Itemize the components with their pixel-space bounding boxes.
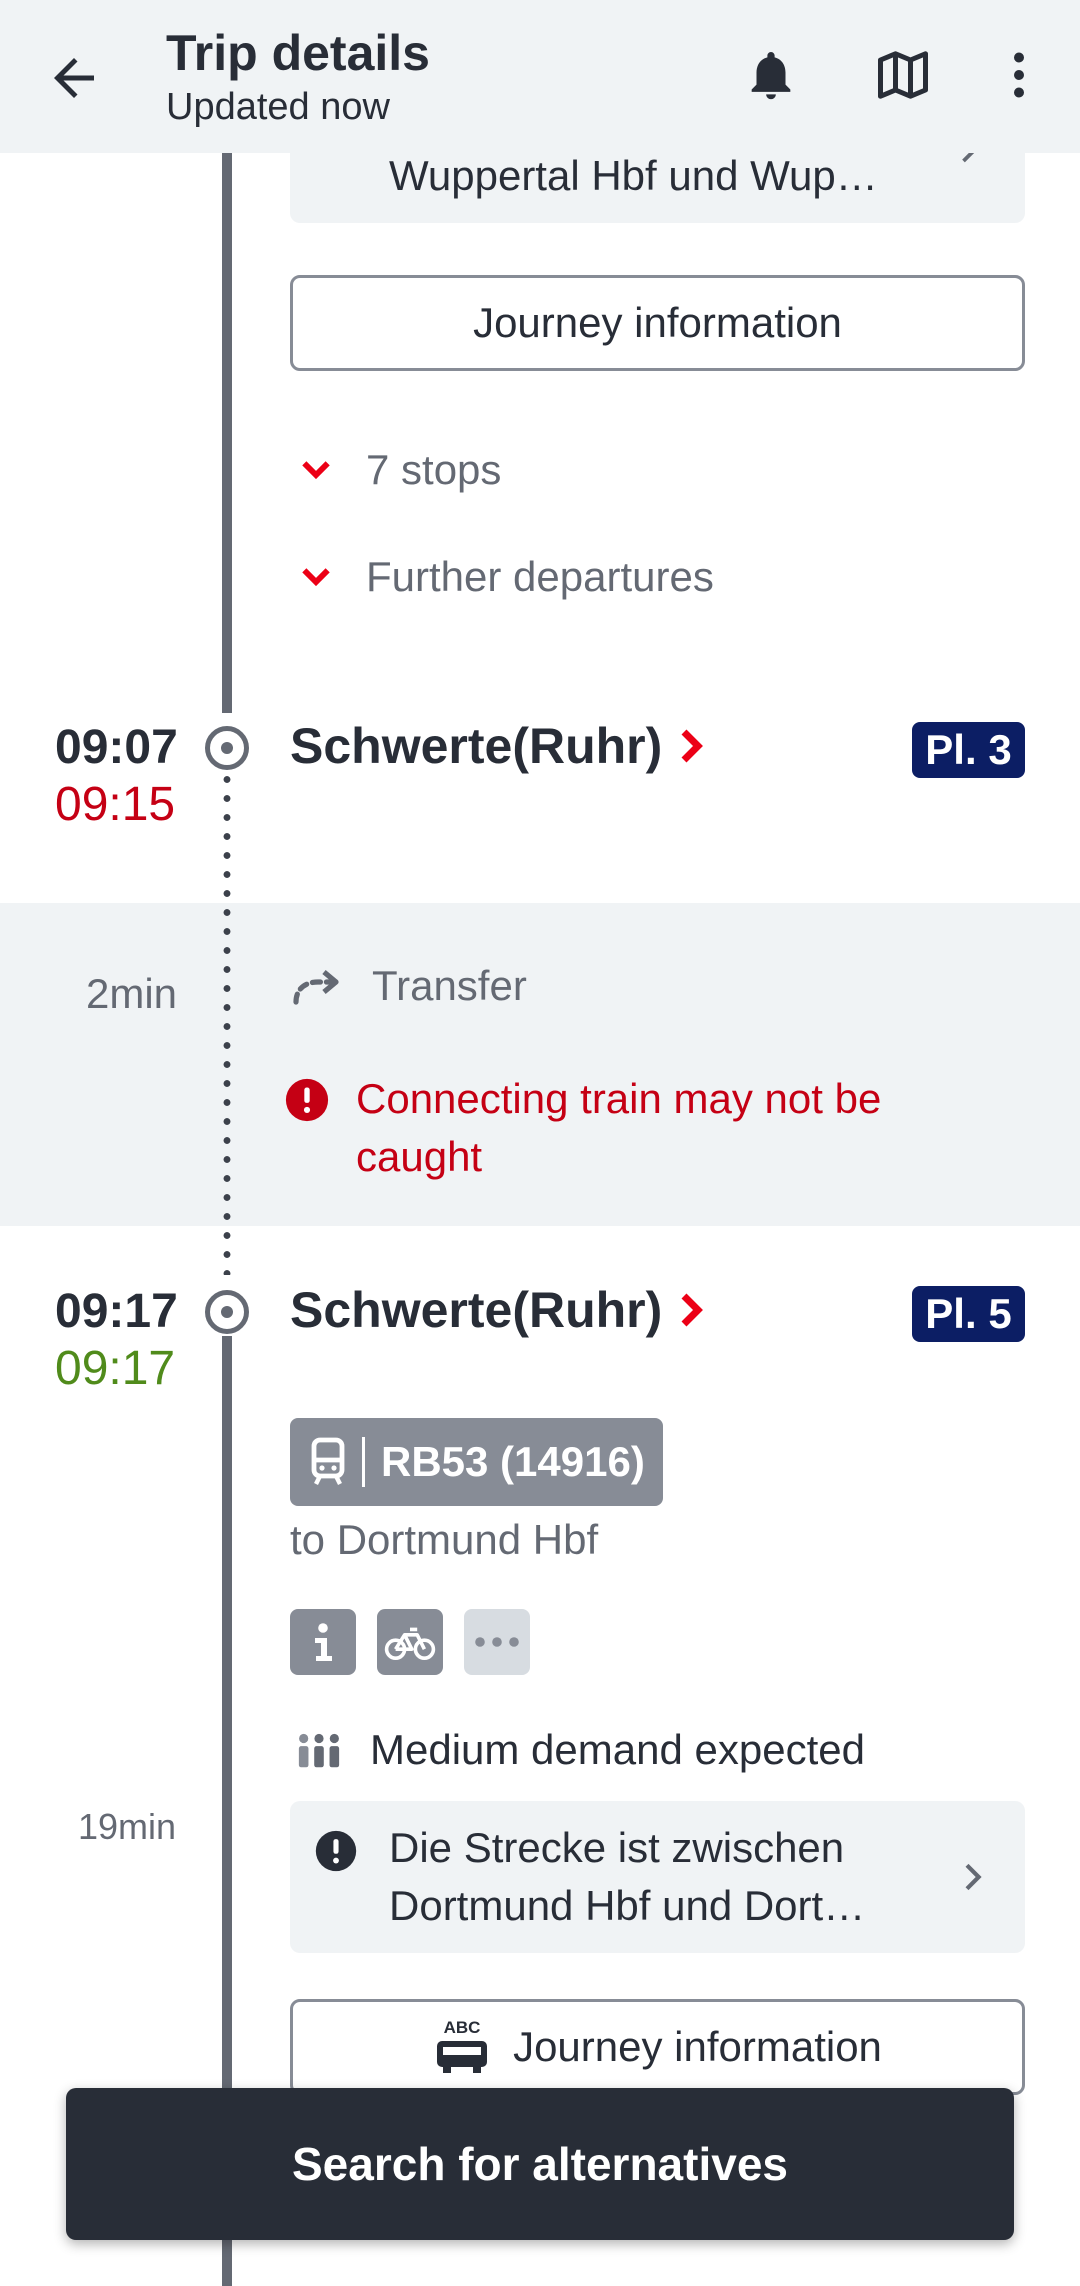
train-name: RB53 (14916): [381, 1438, 645, 1485]
train-chip[interactable]: RB53 (14916): [290, 1418, 663, 1506]
page-title: Trip details: [166, 25, 430, 81]
arrival-station[interactable]: Schwerte(Ruhr): [290, 717, 706, 775]
chevron-down-icon: [302, 568, 330, 587]
chevron-down-icon: [302, 461, 330, 480]
journey-information-button[interactable]: ABC Journey information: [290, 1999, 1025, 2095]
journey-information-button[interactable]: Journey information: [290, 275, 1025, 371]
train-destination: to Dortmund Hbf: [290, 1516, 599, 1563]
chevron-right-icon: [952, 1857, 992, 1902]
stops-label: 7 stops: [366, 446, 502, 493]
chip-divider: [362, 1437, 365, 1487]
transfer-duration: 2min: [86, 970, 178, 1017]
map-icon[interactable]: [868, 40, 938, 110]
platform-badge: Pl. 5: [912, 1286, 1025, 1342]
notice-card[interactable]: Die Strecke ist zwischen Dortmund Hbf un…: [290, 1801, 1025, 1953]
connection-warning: Connecting train may not be caught: [356, 1075, 882, 1180]
app-bar: Trip details Updated now: [0, 0, 1080, 153]
notice-text: Die Strecke ist zwischen Dortmund Hbf un…: [389, 1819, 865, 1935]
bicycle-icon[interactable]: [377, 1609, 443, 1675]
back-arrow-icon[interactable]: [44, 48, 104, 108]
departure-station-name: Schwerte(Ruhr): [290, 1282, 663, 1338]
journey-information-label: Journey information: [473, 299, 842, 346]
stop-marker: [205, 726, 249, 770]
error-icon: [284, 1077, 330, 1123]
chevron-right-icon: [681, 1293, 704, 1327]
arrival-station-name: Schwerte(Ruhr): [290, 718, 663, 774]
train-icon: [311, 1437, 345, 1485]
journey-information-label: Journey information: [513, 2023, 882, 2070]
further-departures-expander[interactable]: Further departures: [296, 553, 714, 601]
transfer-label: Transfer: [372, 962, 527, 1009]
svg-text:ABC: ABC: [444, 2018, 481, 2037]
further-departures-label: Further departures: [366, 553, 714, 600]
stops-expander[interactable]: 7 stops: [296, 446, 501, 494]
alert-icon: [314, 1829, 358, 1873]
arrival-time-planned: 09:07: [55, 721, 178, 774]
occupancy-icon: [298, 1733, 340, 1768]
demand-label: Medium demand expected: [370, 1726, 865, 1773]
departure-station[interactable]: Schwerte(Ruhr): [290, 1281, 706, 1339]
info-icon[interactable]: [290, 1609, 356, 1675]
occupancy-demand: Medium demand expected: [296, 1726, 865, 1774]
chevron-right-icon: [681, 729, 704, 763]
arrival-time-actual: 09:15: [55, 778, 176, 831]
timeline-line: [222, 153, 232, 713]
leg-duration: 19min: [78, 1806, 177, 1847]
notice-text: Wuppertal Hbf und Wup…: [389, 152, 878, 199]
more-vert-icon[interactable]: [984, 40, 1054, 110]
search-alternatives-label: Search for alternatives: [291, 2138, 788, 2190]
departure-time-planned: 09:17: [55, 1285, 178, 1338]
stop-marker: [205, 1290, 249, 1334]
notice-line-1: Die Strecke ist zwischen: [389, 1824, 845, 1871]
bell-icon[interactable]: [736, 40, 806, 110]
more-horiz-icon[interactable]: [464, 1609, 530, 1675]
search-alternatives-button[interactable]: Search for alternatives: [66, 2088, 1014, 2240]
platform-badge: Pl. 3: [912, 722, 1025, 778]
page-subtitle: Updated now: [166, 86, 390, 128]
departure-time-actual: 09:17: [55, 1342, 176, 1395]
abc-bus-icon: ABC: [437, 2018, 488, 2073]
notice-line-2: Dortmund Hbf und Dort…: [389, 1882, 866, 1929]
transfer-icon: [290, 966, 346, 1010]
transfer-walk-line: [222, 770, 232, 1275]
